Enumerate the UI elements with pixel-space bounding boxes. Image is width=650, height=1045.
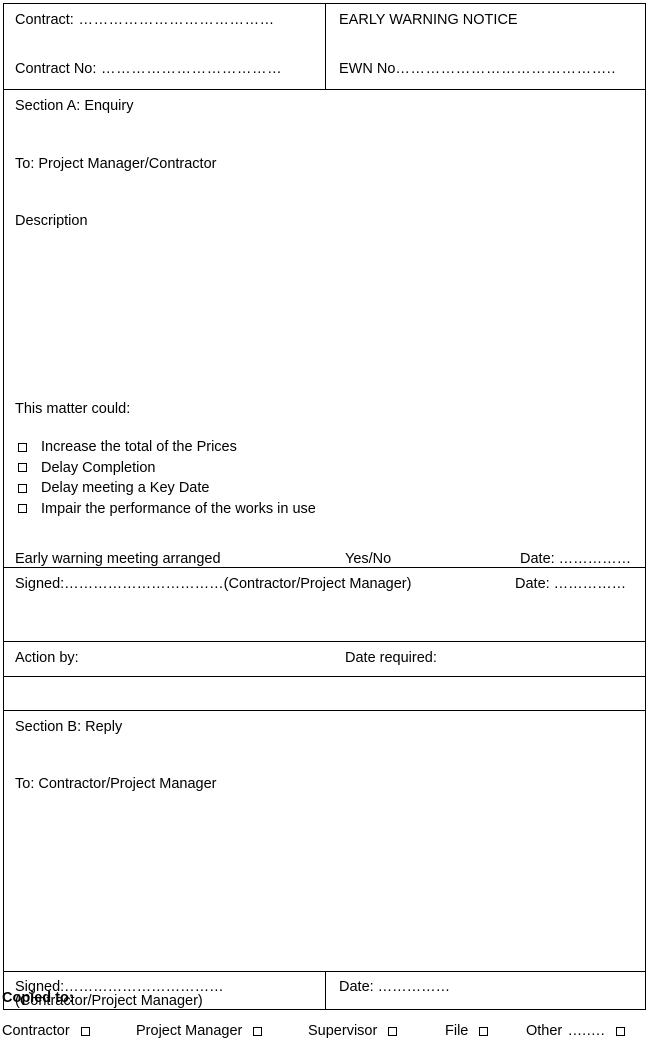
early-warning-meeting-row: Early warning meeting arranged Yes/No Da…: [15, 552, 645, 567]
section-a-row: Section A: Enquiry To: Project Manager/C…: [3, 89, 646, 568]
checkbox-icon[interactable]: [253, 1026, 263, 1036]
section-a-heading: Section A: Enquiry: [15, 98, 134, 114]
copied-to-title: Copied to:: [2, 990, 74, 1006]
blank-entry-row: [3, 675, 646, 711]
section-a-signature-row: Signed:……………………………(Contractor/Project Ma…: [3, 566, 646, 642]
checkbox-label: Delay Completion: [41, 459, 156, 476]
list-item[interactable]: Increase the total of the Prices: [15, 440, 645, 455]
action-by-row: Action by: Date required:: [3, 640, 646, 677]
checkbox-icon[interactable]: [388, 1026, 398, 1036]
ewn-form-page: Contract: ………………………………… Contract No: …………: [0, 0, 650, 1039]
early-warning-notice-form: Contract: ………………………………… Contract No: …………: [3, 3, 646, 1010]
list-item[interactable]: Delay meeting a Key Date: [15, 481, 645, 496]
checkbox-icon[interactable]: [80, 1026, 90, 1036]
action-by-label[interactable]: Action by:: [15, 650, 345, 666]
contract-details-cell: Contract: ………………………………… Contract No: …………: [3, 3, 326, 90]
notice-title: EARLY WARNING NOTICE: [339, 12, 518, 28]
checkbox-icon[interactable]: [18, 483, 27, 493]
section-b-heading: Section B: Reply: [15, 718, 123, 735]
checkbox-icon[interactable]: [18, 442, 27, 452]
copied-to-options-row: Contractor Project Manager Supervisor Fi…: [2, 1023, 648, 1045]
section-b-row: Section B: Reply To: Contractor/Project …: [3, 709, 646, 972]
blank-entry-cell[interactable]: [3, 675, 646, 711]
section-b-recipient: To: Contractor/Project Manager: [15, 776, 217, 792]
section-a-signature-cell: Signed:……………………………(Contractor/Project Ma…: [3, 566, 646, 642]
contract-no-label: Contract No:: [15, 60, 97, 77]
contract-field[interactable]: Contract: …………………………………: [15, 13, 325, 28]
this-matter-could-label: This matter could:: [15, 400, 131, 417]
section-a-signed-date-field[interactable]: Date: ……………: [515, 576, 645, 592]
contract-no-field[interactable]: Contract No: ………………………………: [15, 60, 325, 77]
section-b-cell: Section B: Reply To: Contractor/Project …: [3, 709, 646, 972]
notice-title-cell: EARLY WARNING NOTICE EWN No……………………………………: [325, 3, 646, 90]
section-a-signed-field[interactable]: Signed:……………………………(Contractor/Project Ma…: [15, 576, 515, 592]
contract-dotted-line: …………………………………: [73, 12, 275, 28]
section-a-cell: Section A: Enquiry To: Project Manager/C…: [3, 89, 646, 568]
checkbox-icon[interactable]: [18, 504, 27, 514]
list-item[interactable]: Delay Completion: [15, 459, 645, 476]
early-warning-meeting-answer[interactable]: Yes/No: [345, 552, 520, 567]
ewn-no-label: EWN No: [339, 60, 396, 77]
action-by-cell: Action by: Date required:: [3, 640, 646, 677]
contract-no-dotted-line: ………………………………: [96, 60, 283, 77]
checkbox-label: Delay meeting a Key Date: [41, 480, 210, 496]
list-item[interactable]: Impair the performance of the works in u…: [15, 500, 645, 517]
impact-checkbox-list: Increase the total of the Prices Delay C…: [15, 440, 645, 516]
checkbox-icon[interactable]: [616, 1026, 626, 1036]
checkbox-icon[interactable]: [479, 1026, 489, 1036]
contract-label: Contract:: [15, 12, 74, 28]
ewn-no-dotted-line: ……………………………………..: [395, 60, 617, 77]
checkbox-label: Impair the performance of the works in u…: [41, 500, 316, 517]
early-warning-meeting-date[interactable]: Date: ……………: [520, 552, 645, 567]
section-a-recipient: To: Project Manager/Contractor: [15, 155, 217, 172]
date-required-label[interactable]: Date required:: [345, 650, 645, 666]
early-warning-meeting-label: Early warning meeting arranged: [15, 551, 221, 567]
checkbox-label: Increase the total of the Prices: [41, 439, 237, 455]
description-label: Description: [15, 213, 88, 229]
ewn-no-field[interactable]: EWN No……………………………………..: [339, 60, 645, 77]
checkbox-icon[interactable]: [18, 463, 27, 473]
header-row: Contract: ………………………………… Contract No: …………: [3, 3, 646, 90]
